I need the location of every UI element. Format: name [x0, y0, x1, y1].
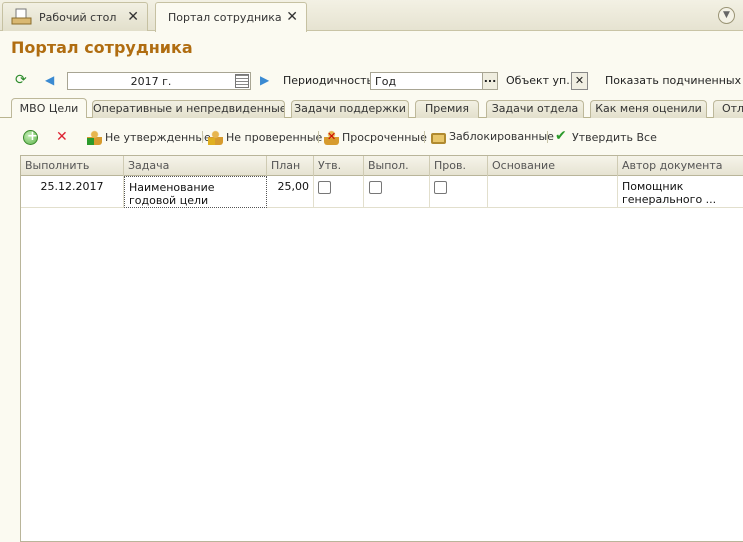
periodicity-field[interactable]: Год ... [370, 72, 498, 90]
filter-locked-button[interactable]: Заблокированные [431, 130, 554, 144]
cell-approved[interactable] [314, 176, 364, 208]
content-tab-bar: МВО Цели Оперативные и непредвиденные За… [0, 98, 743, 119]
window-tab-label: Портал сотрудника [168, 11, 282, 24]
tab-support-tasks[interactable]: Задачи поддержки [291, 100, 409, 118]
table-header: Выполнить Задача План Утв. Выпол. Пров. … [21, 156, 743, 176]
delete-icon [54, 129, 69, 145]
arrow-right-icon[interactable]: ▶ [260, 73, 269, 87]
clear-icon[interactable]: ✕ [571, 72, 588, 90]
approve-all-button[interactable]: Утвердить Все [554, 128, 657, 145]
close-icon[interactable] [286, 9, 298, 25]
cell-basis[interactable] [488, 176, 618, 208]
tab-how-rated[interactable]: Как меня оценили [590, 100, 707, 118]
cell-due[interactable]: 25.12.2017 [21, 176, 124, 208]
arrow-left-icon[interactable]: ◀ [45, 73, 54, 87]
toolbar-separator [318, 131, 319, 143]
filter-not-approved-label: Не утвержденные [105, 131, 211, 144]
tab-more[interactable]: Отл [713, 100, 743, 118]
column-header-basis[interactable]: Основание [488, 156, 618, 176]
add-button[interactable] [23, 129, 41, 145]
user-yellow-icon [208, 130, 223, 145]
user-green-icon [87, 130, 102, 145]
cell-plan[interactable]: 25,00 [267, 176, 314, 208]
column-header-task[interactable]: Задача [124, 156, 267, 176]
filter-toolbar: ⟳ ◀ 2017 г. ▶ Периодичность: Год ... Объ… [0, 70, 743, 92]
tab-bonus[interactable]: Премия [415, 100, 479, 118]
cell-task[interactable]: Наименование годовой цели [124, 176, 267, 208]
object-label: Объект уп... [506, 74, 577, 87]
goals-table: Выполнить Задача План Утв. Выпол. Пров. … [20, 155, 743, 542]
calendar-icon[interactable] [235, 74, 249, 88]
action-toolbar: Не утвержденные Не проверенные Просрочен… [0, 126, 743, 148]
approve-all-label: Утвердить Все [572, 131, 657, 144]
tab-department-tasks[interactable]: Задачи отдела [486, 100, 584, 118]
tab-operational[interactable]: Оперативные и непредвиденные [92, 100, 285, 118]
filter-not-checked-label: Не проверенные [226, 131, 323, 144]
column-header-approved[interactable]: Утв. [314, 156, 364, 176]
table-row[interactable]: 25.12.2017 Наименование годовой цели 25,… [21, 176, 743, 208]
column-header-done[interactable]: Выпол. [364, 156, 430, 176]
filter-locked-label: Заблокированные [449, 130, 554, 143]
column-header-author[interactable]: Автор документа [618, 156, 743, 176]
check-icon [554, 128, 569, 145]
period-field[interactable]: 2017 г. [67, 72, 251, 90]
mouse-cursor-icon [292, 428, 304, 440]
close-icon[interactable] [127, 9, 139, 25]
refresh-icon[interactable]: ⟳ [15, 72, 27, 88]
show-subordinates-button[interactable]: Показать подчиненных [605, 74, 741, 87]
period-value: 2017 г. [130, 75, 172, 88]
filter-overdue-button[interactable]: Просроченные [324, 130, 427, 145]
window-tab-desktop[interactable]: Рабочий стол [2, 2, 148, 31]
dropdown-icon[interactable]: ▼ [718, 7, 735, 24]
user-red-icon [324, 130, 339, 145]
window-tab-bar: Рабочий стол Портал сотрудника ▼ [0, 0, 743, 32]
filter-not-checked-button[interactable]: Не проверенные [208, 130, 322, 145]
periodicity-label: Периодичность: [283, 74, 377, 87]
delete-button[interactable] [54, 129, 72, 145]
periodicity-value: Год [375, 75, 397, 88]
toolbar-separator [424, 131, 425, 143]
done-checkbox[interactable] [369, 181, 382, 194]
add-icon [23, 129, 38, 145]
cell-author[interactable]: Помощник генерального ... [618, 176, 743, 208]
toolbar-separator [547, 131, 548, 143]
select-button[interactable]: ... [482, 73, 497, 89]
window-tab-employee-portal[interactable]: Портал сотрудника [155, 2, 307, 32]
tab-mbo-goals[interactable]: МВО Цели [11, 98, 87, 119]
cell-done[interactable] [364, 176, 430, 208]
filter-not-approved-button[interactable]: Не утвержденные [87, 130, 211, 145]
document-icon [11, 8, 33, 26]
cell-checked[interactable] [430, 176, 488, 208]
window-tab-label: Рабочий стол [39, 10, 117, 24]
filter-overdue-label: Просроченные [342, 131, 427, 144]
column-header-checked[interactable]: Пров. [430, 156, 488, 176]
checked-checkbox[interactable] [434, 181, 447, 194]
page-title: Портал сотрудника [11, 38, 193, 57]
approved-checkbox[interactable] [318, 181, 331, 194]
column-header-plan[interactable]: План [267, 156, 314, 176]
column-header-due[interactable]: Выполнить [21, 156, 124, 176]
toolbar-separator [202, 131, 203, 143]
lock-icon [431, 133, 446, 144]
